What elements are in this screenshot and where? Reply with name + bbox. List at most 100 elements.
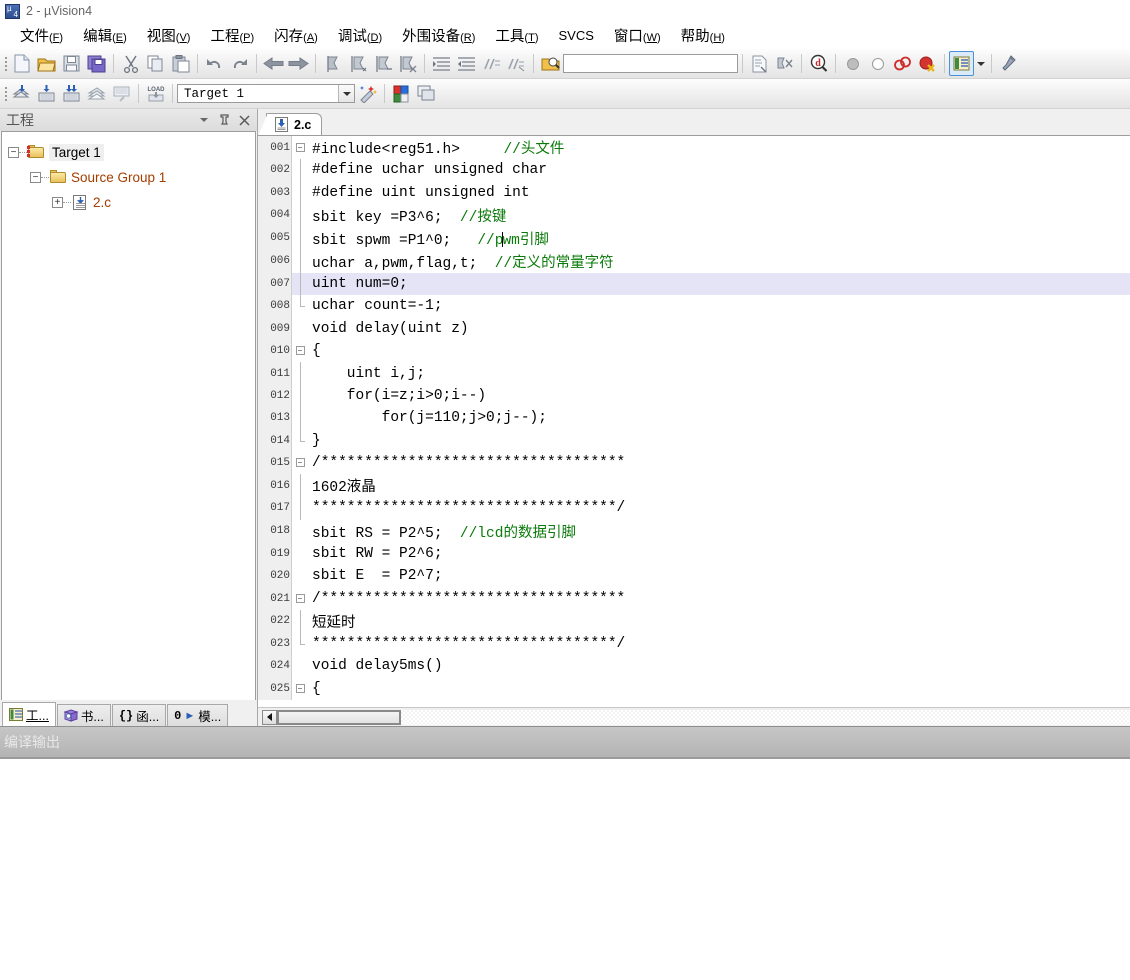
batch-build-icon[interactable]: [84, 81, 109, 106]
breakpoint-icon[interactable]: [840, 51, 865, 76]
code-line[interactable]: 022 短延时: [258, 609, 1130, 633]
fold-marker[interactable]: −: [291, 587, 308, 610]
code-line[interactable]: 011 uint i,j;: [258, 362, 1130, 385]
fold-marker[interactable]: −: [291, 677, 308, 701]
download-icon[interactable]: LOAD: [143, 81, 168, 106]
code-line[interactable]: 024 void delay5ms(): [258, 655, 1130, 678]
undo-icon[interactable]: [202, 51, 227, 76]
hscroll-thumb[interactable]: [278, 710, 400, 724]
window-layout-icon[interactable]: [949, 51, 974, 76]
code-line[interactable]: 014}: [258, 429, 1130, 452]
menu-help[interactable]: 帮助(H): [671, 22, 735, 49]
expander-icon[interactable]: −: [8, 147, 19, 158]
menu-svcs[interactable]: SVCS: [549, 25, 604, 47]
rebuild-icon[interactable]: [59, 81, 84, 106]
editor-tab-2c[interactable]: 2.c: [257, 113, 323, 136]
find-in-files-icon[interactable]: [538, 51, 563, 76]
code-line[interactable]: 020 sbit E = P2^7;: [258, 565, 1130, 588]
chevron-down-icon[interactable]: [338, 85, 354, 102]
uncomment-icon[interactable]: [504, 51, 529, 76]
manage-components-icon[interactable]: [389, 81, 414, 106]
tab-templates[interactable]: 0 ► 模...: [167, 704, 229, 726]
paste-icon[interactable]: [168, 51, 193, 76]
fold-marker[interactable]: −: [291, 136, 308, 159]
code-line[interactable]: 004 sbit key =P3^6; //按键: [258, 203, 1130, 227]
code-line[interactable]: 025−{: [258, 677, 1130, 701]
menu-window[interactable]: 窗口(W): [604, 22, 671, 49]
code-line[interactable]: 018 sbit RS = P2^5; //lcd的数据引脚: [258, 519, 1130, 543]
navigate-forward-icon[interactable]: [286, 51, 311, 76]
code-viewport[interactable]: 001− #include<reg51.h> //头文件 002 #define uc…: [258, 136, 1130, 707]
scroll-left-icon[interactable]: [262, 709, 277, 725]
pin-icon[interactable]: [217, 113, 231, 127]
build-icon[interactable]: [34, 81, 59, 106]
toolbar-grip[interactable]: [2, 54, 9, 74]
editor-body[interactable]: 001− #include<reg51.h> //头文件 002 #define uc…: [258, 135, 1130, 726]
bookmark-clear-icon[interactable]: [395, 51, 420, 76]
bookmark-toggle-icon[interactable]: [320, 51, 345, 76]
expander-icon[interactable]: +: [52, 197, 63, 208]
tree-item-source-group[interactable]: − Source Group 1: [8, 165, 255, 190]
configure-icon[interactable]: [996, 51, 1021, 76]
stop-build-icon[interactable]: [109, 81, 134, 106]
close-icon[interactable]: [237, 113, 251, 127]
menu-file[interactable]: 文件(F): [10, 22, 73, 49]
window-layout-dropdown-icon[interactable]: [974, 51, 987, 76]
code-line[interactable]: 005 sbit spwm =P1^0; //pwm引脚: [258, 226, 1130, 250]
outdent-icon[interactable]: [454, 51, 479, 76]
menu-flash[interactable]: 闪存(A): [264, 22, 328, 49]
menu-debug[interactable]: 调试(D): [328, 22, 392, 49]
breakpoint-disabled-icon[interactable]: [865, 51, 890, 76]
code-line[interactable]: 001− #include<reg51.h> //头文件: [258, 136, 1130, 159]
target-select[interactable]: Target 1: [177, 84, 355, 103]
bookmark-next-icon[interactable]: [370, 51, 395, 76]
copy-icon[interactable]: [143, 51, 168, 76]
translate-icon[interactable]: [9, 81, 34, 106]
save-all-icon[interactable]: [84, 51, 109, 76]
expander-icon[interactable]: −: [30, 172, 41, 183]
menu-view[interactable]: 视图(V): [137, 22, 201, 49]
code-line[interactable]: 010−{: [258, 339, 1130, 363]
menu-tools[interactable]: 工具(T): [485, 22, 548, 49]
code-line[interactable]: 017 ***********************************/: [258, 497, 1130, 520]
code-line[interactable]: 012 for(i=z;i>0;i--): [258, 384, 1130, 408]
fold-marker[interactable]: −: [291, 339, 308, 363]
code-line[interactable]: 007 uint num=0;: [258, 272, 1130, 296]
comment-icon[interactable]: [479, 51, 504, 76]
fold-marker[interactable]: −: [291, 451, 308, 475]
menu-peripherals[interactable]: 外围设备(R): [392, 22, 485, 49]
tab-functions[interactable]: {} 函...: [111, 704, 167, 726]
dropdown-icon[interactable]: [197, 113, 211, 127]
breakpoint-disable-all-icon[interactable]: [890, 51, 915, 76]
toolbar-grip[interactable]: [2, 84, 9, 104]
save-icon[interactable]: [59, 51, 84, 76]
code-line[interactable]: 008 uchar count=-1;: [258, 295, 1130, 318]
find-icon[interactable]: d: [806, 51, 831, 76]
goto-definition-icon[interactable]: [772, 51, 797, 76]
search-input[interactable]: [563, 54, 738, 73]
code-line[interactable]: 021−/***********************************: [258, 587, 1130, 610]
hscroll-track[interactable]: [277, 709, 401, 725]
indent-icon[interactable]: [429, 51, 454, 76]
code-line[interactable]: 015−/***********************************: [258, 451, 1130, 475]
code-line[interactable]: 019 sbit RW = P2^6;: [258, 542, 1130, 566]
code-line[interactable]: 013 for(j=110;j>0;j--);: [258, 407, 1130, 430]
code-line[interactable]: 006 uchar a,pwm,flag,t; //定义的常量字符: [258, 249, 1130, 273]
navigate-back-icon[interactable]: [261, 51, 286, 76]
editor-horizontal-scrollbar[interactable]: [258, 707, 1130, 726]
bookmark-prev-icon[interactable]: [345, 51, 370, 76]
code-line[interactable]: 023 ***********************************/: [258, 632, 1130, 656]
code-line[interactable]: 002 #define uchar unsigned char: [258, 159, 1130, 182]
code-line[interactable]: 003 #define uint unsigned int: [258, 181, 1130, 204]
target-options-icon[interactable]: [355, 81, 380, 106]
code-line[interactable]: 009 void delay(uint z): [258, 317, 1130, 340]
project-window-icon[interactable]: [414, 81, 439, 106]
new-file-icon[interactable]: [9, 51, 34, 76]
menu-project[interactable]: 工程(P): [200, 22, 264, 49]
tab-books[interactable]: 书...: [56, 704, 111, 726]
tree-item-file[interactable]: + 2.c: [8, 190, 255, 215]
project-tree-container[interactable]: − Target 1 − Source Group 1 + 2.c: [1, 131, 256, 700]
redo-icon[interactable]: [227, 51, 252, 76]
source-browse-icon[interactable]: [747, 51, 772, 76]
open-folder-icon[interactable]: [34, 51, 59, 76]
